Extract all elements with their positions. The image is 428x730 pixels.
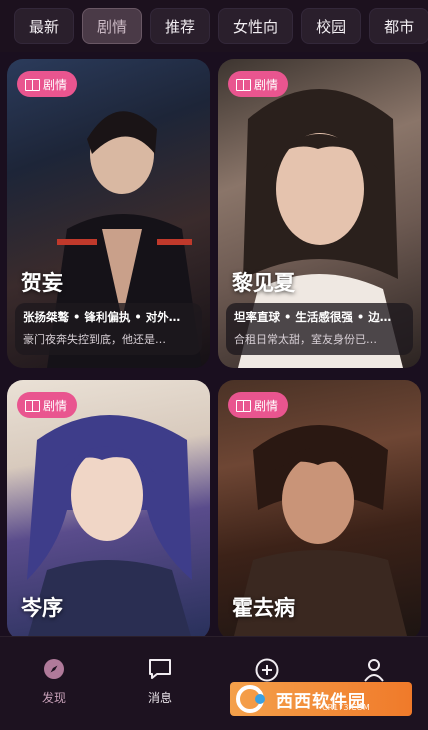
character-name: 岑序: [21, 596, 63, 620]
book-icon: [236, 79, 251, 91]
story-badge: 剧情: [17, 392, 78, 418]
watermark-logo: [236, 685, 265, 713]
chat-icon: [149, 659, 171, 679]
character-tags: 张扬桀骜 • 锋利偏执 • 对外…: [23, 310, 181, 324]
character-info-panel: 张扬桀骜 • 锋利偏执 • 对外… 豪门夜奔失控到底，他还是…: [15, 303, 202, 355]
book-icon: [25, 79, 40, 91]
badge-label: 剧情: [43, 77, 68, 92]
tab-latest[interactable]: 最新: [14, 8, 75, 44]
character-name: 霍去病: [232, 596, 295, 620]
watermark-url: CR173.COM: [322, 703, 370, 712]
tab-recommended[interactable]: 推荐: [150, 8, 211, 44]
tab-campus[interactable]: 校园: [301, 8, 362, 44]
badge-label: 剧情: [43, 398, 68, 413]
nav-discover[interactable]: 发现: [24, 657, 84, 706]
badge-label: 剧情: [254, 77, 279, 92]
book-icon: [25, 400, 40, 412]
plus-circle-icon: [255, 658, 279, 682]
story-badge: 剧情: [228, 392, 289, 418]
story-badge: 剧情: [17, 71, 78, 97]
character-grid: 剧情 贺妄 张扬桀骜 • 锋利偏执 • 对外… 豪门夜奔失控到底，他还是… 剧情…: [0, 52, 428, 636]
character-card[interactable]: 剧情 黎见夏 坦率直球 • 生活感很强 • 边… 合租日常太甜，室友身份已…: [218, 59, 421, 368]
compass-icon: [44, 659, 64, 679]
story-badge: 剧情: [228, 71, 289, 97]
nav-label: 发现: [41, 691, 66, 705]
nav-label: 消息: [147, 691, 172, 705]
character-card[interactable]: 剧情 贺妄 张扬桀骜 • 锋利偏执 • 对外… 豪门夜奔失控到底，他还是…: [7, 59, 210, 368]
tab-story[interactable]: 剧情: [82, 8, 143, 44]
category-tabs: 最新 剧情 推荐 女性向 校园 都市: [0, 0, 428, 52]
character-name: 贺妄: [21, 271, 63, 295]
character-card[interactable]: 剧情 霍去病: [218, 380, 421, 636]
character-card[interactable]: 剧情 岑序: [7, 380, 210, 636]
user-icon: [364, 659, 384, 682]
nav-messages[interactable]: 消息: [130, 657, 190, 706]
character-name: 黎见夏: [232, 271, 295, 295]
tab-urban[interactable]: 都市: [369, 8, 428, 44]
character-tags: 坦率直球 • 生活感很强 • 边…: [234, 310, 392, 324]
badge-label: 剧情: [254, 398, 279, 413]
character-info-panel: 坦率直球 • 生活感很强 • 边… 合租日常太甜，室友身份已…: [226, 303, 413, 355]
book-icon: [236, 400, 251, 412]
tab-female-oriented[interactable]: 女性向: [218, 8, 294, 44]
character-description: 豪门夜奔失控到底，他还是…: [23, 333, 166, 346]
character-description: 合租日常太甜，室友身份已…: [234, 333, 377, 346]
watermark: 西西软件园 CR173.COM: [230, 682, 412, 716]
